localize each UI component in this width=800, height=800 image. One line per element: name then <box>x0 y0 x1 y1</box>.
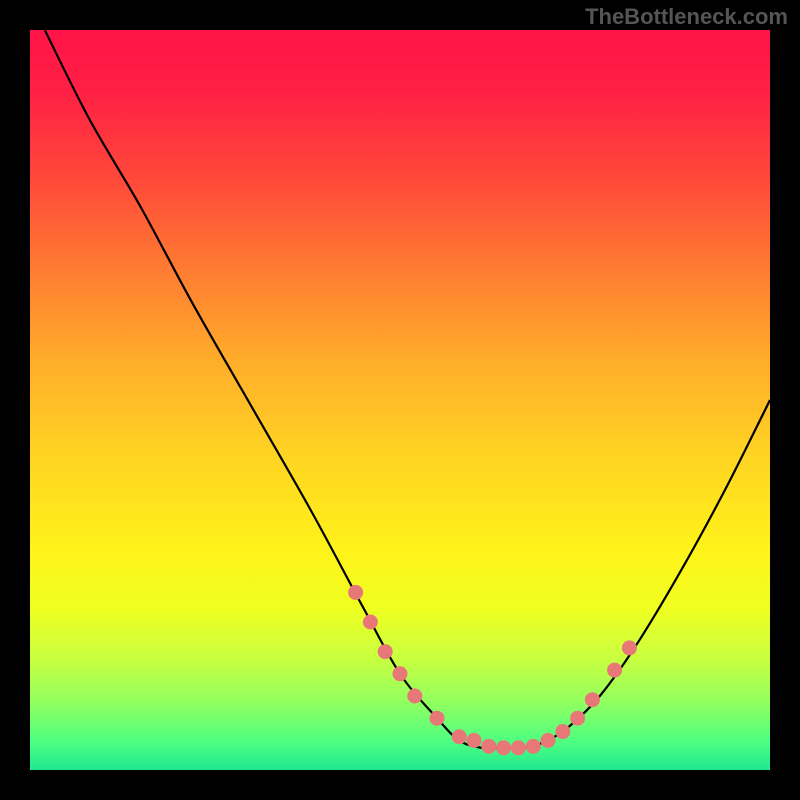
marker-dot <box>607 663 622 678</box>
marker-dot <box>481 739 496 754</box>
marker-dot <box>467 733 482 748</box>
watermark-text: TheBottleneck.com <box>585 4 788 30</box>
marker-dot <box>430 711 445 726</box>
marker-dot <box>622 640 637 655</box>
marker-dot <box>511 740 526 755</box>
marker-dot <box>393 666 408 681</box>
marker-dot <box>407 689 422 704</box>
marker-dot <box>363 615 378 630</box>
marker-dot <box>526 739 541 754</box>
marker-dot <box>378 644 393 659</box>
marker-dot <box>570 711 585 726</box>
marker-dot <box>496 740 511 755</box>
marker-dot <box>585 692 600 707</box>
marker-dot <box>541 733 556 748</box>
marker-dot <box>555 724 570 739</box>
markers-layer <box>30 30 770 770</box>
marker-dot <box>348 585 363 600</box>
highlight-dots <box>348 585 637 755</box>
plot-area <box>30 30 770 770</box>
marker-dot <box>452 729 467 744</box>
